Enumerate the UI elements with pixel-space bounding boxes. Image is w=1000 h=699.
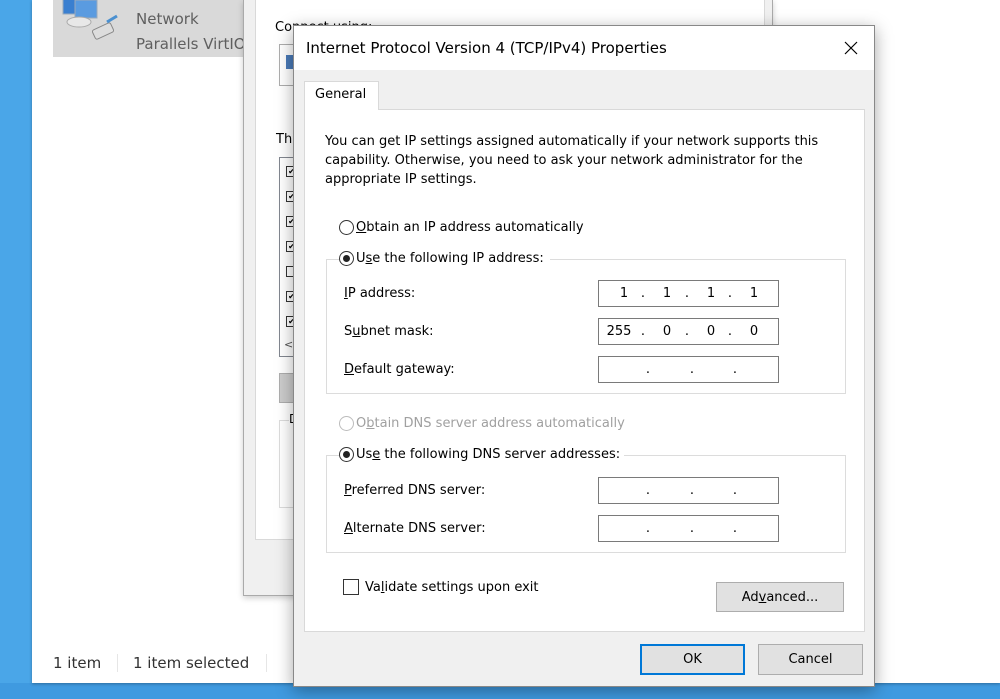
network-adapter-icon	[62, 0, 118, 40]
subnet-mask-input[interactable]: 255. 0. 0. 0	[598, 318, 779, 345]
preferred-dns-label: Preferred DNS server:	[344, 483, 486, 498]
status-separator	[266, 654, 267, 672]
alternate-dns-input[interactable]: . . .	[598, 515, 779, 542]
preferred-dns-input[interactable]: . . .	[598, 477, 779, 504]
adapter-description: Parallels VirtIO	[136, 35, 243, 53]
use-following-dns-radio[interactable]: Use the following DNS server addresses:	[339, 447, 625, 462]
close-button[interactable]	[828, 26, 874, 70]
radio-indicator	[339, 416, 354, 431]
status-separator	[117, 654, 118, 672]
title-bar: Internet Protocol Version 4 (TCP/IPv4) P…	[294, 26, 874, 70]
ipv4-properties-dialog: Internet Protocol Version 4 (TCP/IPv4) P…	[293, 25, 875, 687]
obtain-ip-automatically-radio[interactable]: Obtain an IP address automatically	[339, 220, 584, 235]
checkbox-indicator	[343, 579, 359, 595]
tab-general[interactable]: General	[304, 81, 379, 110]
network-adapter-item[interactable]: Network Parallels VirtIO	[53, 0, 243, 57]
adapter-name: Network	[136, 10, 199, 28]
radio-label: Obtain DNS server address automatically	[356, 416, 625, 431]
ok-button[interactable]: OK	[640, 644, 745, 675]
tab-general-label: General	[315, 87, 367, 102]
ip-address-label: IP address:	[344, 286, 416, 301]
radio-label: Use the following IP address:	[356, 251, 544, 266]
scroll-left-icon[interactable]: <	[284, 338, 293, 351]
ip-address-input[interactable]: 1. 1. 1. 1	[598, 280, 779, 307]
components-label: Th	[276, 132, 293, 147]
checkbox-label: Validate settings upon exit	[365, 579, 539, 595]
status-selected-count: 1 item selected	[133, 654, 250, 672]
status-item-count: 1 item	[53, 654, 102, 672]
intro-text: You can get IP settings assigned automat…	[325, 134, 819, 187]
advanced-label: Advanced...	[741, 589, 819, 605]
subnet-mask-label: Subnet mask:	[344, 324, 434, 339]
dialog-title: Internet Protocol Version 4 (TCP/IPv4) P…	[306, 39, 667, 57]
default-gateway-input[interactable]: . . .	[598, 356, 779, 383]
obtain-dns-automatically-radio[interactable]: Obtain DNS server address automatically	[339, 416, 625, 431]
general-tab-panel: You can get IP settings assigned automat…	[304, 109, 865, 632]
radio-indicator	[339, 251, 354, 266]
validate-settings-checkbox[interactable]: Validate settings upon exit	[343, 579, 539, 595]
radio-label: Obtain an IP address automatically	[356, 220, 584, 235]
status-bar: 1 item 1 item selected	[32, 652, 332, 676]
alternate-dns-label: Alternate DNS server:	[344, 521, 486, 536]
cancel-button[interactable]: Cancel	[758, 644, 863, 675]
radio-label: Use the following DNS server addresses:	[356, 447, 621, 462]
advanced-button[interactable]: Advanced...	[716, 582, 844, 612]
use-following-ip-radio[interactable]: Use the following IP address:	[339, 251, 550, 266]
close-icon	[844, 41, 858, 55]
radio-indicator	[339, 447, 354, 462]
default-gateway-label: Default gateway:	[344, 362, 455, 377]
radio-indicator	[339, 220, 354, 235]
